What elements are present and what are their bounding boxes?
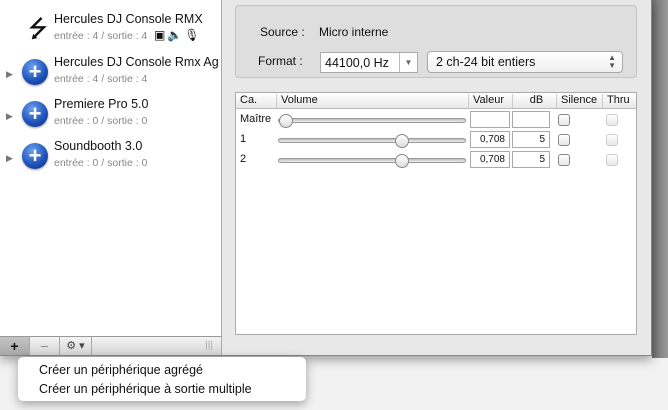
- column-header-thru[interactable]: Thru: [602, 94, 630, 108]
- device-io: entrée : 4 / sortie : 4: [54, 30, 148, 42]
- add-device-button[interactable]: +: [0, 337, 30, 355]
- microphone-icon: 🎙: [184, 28, 202, 42]
- desktop-background: [652, 0, 668, 358]
- device-role-badges: ▣🔈🎙: [154, 28, 202, 42]
- resize-grip-icon[interactable]: |||: [205, 337, 213, 355]
- volume-slider[interactable]: [278, 154, 466, 168]
- thru-checkbox: [606, 154, 618, 166]
- channel-format-select[interactable]: 2 ch-24 bit entiers ▲ ▼: [427, 51, 623, 73]
- device-io: entrée : 4 / sortie : 4: [54, 73, 148, 85]
- remove-device-button[interactable]: −: [30, 337, 60, 355]
- thru-checkbox: [606, 134, 618, 146]
- value-field[interactable]: [470, 111, 510, 128]
- channel-name: 1: [240, 133, 247, 145]
- disclosure-triangle-icon[interactable]: ▶: [6, 111, 13, 122]
- device-name: Hercules DJ Console RMX: [54, 12, 203, 26]
- volume-table: Ca. Volume Valeur dB Silence Thru Maître…: [235, 92, 637, 335]
- device-item[interactable]: ⭍ Hercules DJ Console RMX entrée : 4 / s…: [0, 12, 221, 54]
- device-item[interactable]: ▶ + Premiere Pro 5.0 entrée : 0 / sortie…: [0, 97, 221, 139]
- slider-knob[interactable]: [395, 154, 410, 168]
- audio-midi-window: ⭍ Hercules DJ Console RMX entrée : 4 / s…: [0, 0, 652, 356]
- device-name: Soundbooth 3.0: [54, 139, 143, 153]
- chevron-down-icon[interactable]: ▼: [399, 53, 417, 72]
- column-header-mute[interactable]: Silence: [556, 94, 597, 108]
- disclosure-triangle-icon[interactable]: ▶: [6, 69, 13, 80]
- device-item[interactable]: ▶ + Soundbooth 3.0 entrée : 0 / sortie :…: [0, 139, 221, 181]
- finder-icon: ▣: [154, 28, 168, 42]
- mute-checkbox[interactable]: [558, 114, 570, 126]
- format-label: Format :: [258, 54, 303, 68]
- updown-arrows-icon: ▲ ▼: [608, 53, 616, 70]
- volume-slider[interactable]: [278, 134, 466, 148]
- device-name: Premiere Pro 5.0: [54, 97, 149, 111]
- mute-checkbox[interactable]: [558, 134, 570, 146]
- disclosure-triangle-icon[interactable]: ▶: [6, 153, 13, 164]
- list-toolbar: + − ⚙ ▾ |||: [0, 336, 222, 355]
- device-io: entrée : 0 / sortie : 0: [54, 115, 148, 127]
- channel-name: Maître: [240, 113, 272, 125]
- aggregate-device-icon: +: [22, 59, 48, 85]
- channel-name: 2: [240, 153, 247, 165]
- menu-item-create-aggregate[interactable]: Créer un périphérique agrégé: [18, 361, 306, 380]
- column-header-db[interactable]: dB: [512, 94, 556, 108]
- aggregate-device-icon: +: [22, 101, 48, 127]
- volume-slider[interactable]: [278, 114, 466, 128]
- sample-rate-value[interactable]: 44100,0 Hz: [321, 53, 399, 72]
- gear-menu-button[interactable]: ⚙ ▾: [60, 337, 92, 355]
- device-info-box: Source : Micro interne Format : 44100,0 …: [235, 5, 637, 78]
- thru-checkbox: [606, 114, 618, 126]
- sample-rate-combobox[interactable]: 44100,0 Hz ▼: [320, 52, 418, 73]
- db-field[interactable]: [512, 111, 550, 128]
- device-io: entrée : 0 / sortie : 0: [54, 157, 148, 169]
- column-header-channel[interactable]: Ca.: [236, 94, 257, 108]
- slider-knob[interactable]: [279, 114, 294, 128]
- value-field[interactable]: 0,708: [470, 131, 510, 148]
- speaker-icon: 🔈: [167, 28, 185, 42]
- column-header-value[interactable]: Valeur: [468, 94, 504, 108]
- db-field[interactable]: 5: [512, 151, 550, 168]
- table-header: Ca. Volume Valeur dB Silence Thru: [236, 93, 636, 109]
- add-device-menu: Créer un périphérique agrégé Créer un pé…: [18, 357, 306, 401]
- table-row: 2 0,708 5: [236, 151, 636, 169]
- table-row: 1 0,708 5: [236, 131, 636, 149]
- device-item[interactable]: ▶ + Hercules DJ Console Rmx Ag entrée : …: [0, 55, 221, 97]
- device-name: Hercules DJ Console Rmx Ag: [54, 55, 219, 69]
- source-label: Source :: [260, 25, 305, 39]
- mute-checkbox[interactable]: [558, 154, 570, 166]
- slider-knob[interactable]: [395, 134, 410, 148]
- column-header-volume[interactable]: Volume: [276, 94, 318, 108]
- aggregate-device-icon: +: [22, 143, 48, 169]
- menu-item-create-multi-output[interactable]: Créer un périphérique à sortie multiple: [18, 380, 306, 399]
- channel-format-value: 2 ch-24 bit entiers: [436, 55, 536, 69]
- value-field[interactable]: 0,708: [470, 151, 510, 168]
- device-list[interactable]: ⭍ Hercules DJ Console RMX entrée : 4 / s…: [0, 0, 222, 336]
- table-row: Maître: [236, 111, 636, 129]
- source-value: Micro interne: [319, 25, 389, 39]
- db-field[interactable]: 5: [512, 131, 550, 148]
- device-item-partial[interactable]: [0, 0, 221, 12]
- usb-icon: ⭍: [28, 16, 48, 43]
